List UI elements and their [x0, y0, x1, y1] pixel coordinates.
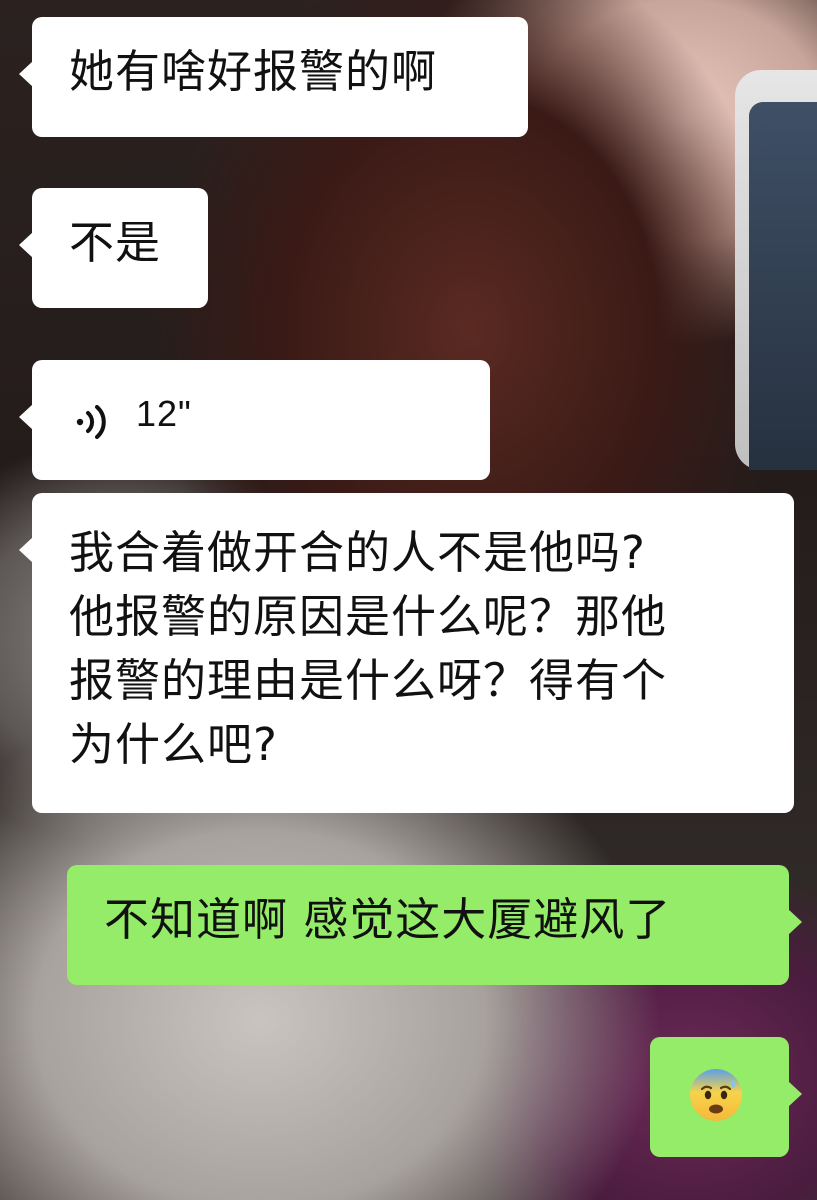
background-monitor-screen [749, 102, 817, 470]
message-bubble-received[interactable]: 不是 [19, 188, 208, 308]
message-text: 她有啥好报警的啊 [69, 45, 438, 98]
voice-playback-icon [76, 405, 106, 439]
emoji-message-bubble-sent[interactable] [650, 1037, 802, 1157]
voice-message-bubble[interactable]: 12" [19, 360, 490, 480]
message-text: 我合着做开合的人不是他吗? 他报警的原因是什么呢？那他 报警的理由是什么呀？得有… [69, 526, 668, 771]
message-bubble-received[interactable]: 她有啥好报警的啊 [19, 17, 528, 137]
message-bubble-received[interactable]: 我合着做开合的人不是他吗? 他报警的原因是什么呢？那他 报警的理由是什么呀？得有… [19, 493, 794, 813]
message-text: 不是 [69, 216, 162, 269]
message-text: 不知道啊 感觉这大厦避风了 [104, 893, 672, 946]
message-bubble-sent[interactable]: 不知道啊 感觉这大厦避风了 [67, 865, 802, 985]
voice-duration: 12" [136, 393, 192, 434]
anxious-face-with-sweat-icon [690, 1069, 742, 1121]
background-monitor [735, 70, 817, 470]
